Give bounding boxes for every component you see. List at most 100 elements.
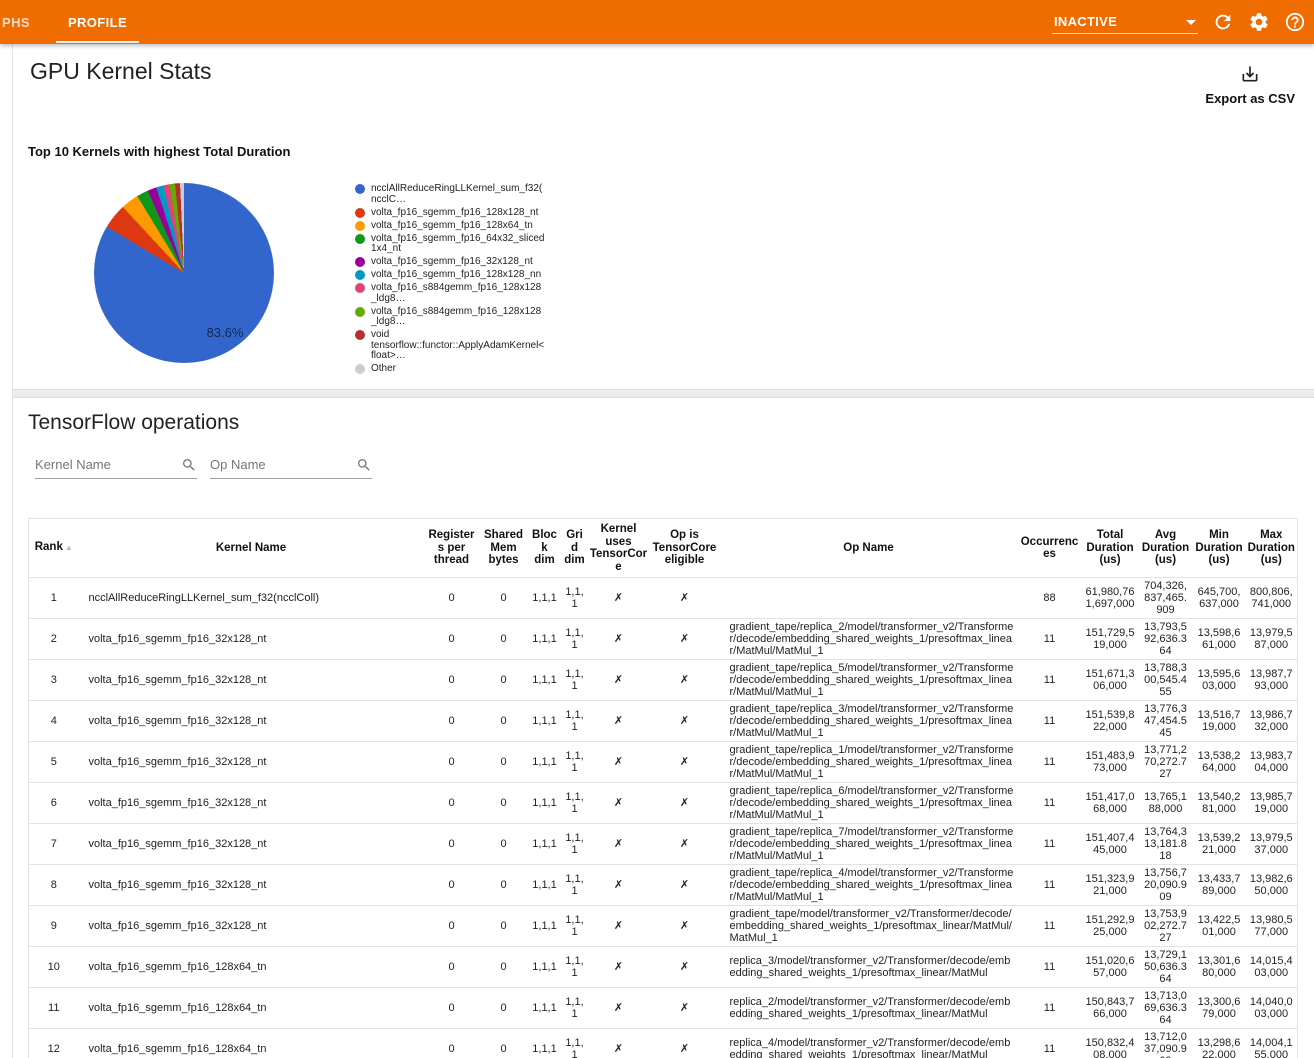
table-cell: ✗ (588, 824, 650, 865)
table-cell: volta_fp16_sgemm_fp16_32x128_nt (79, 865, 424, 906)
table-cell: 1,1,1 (528, 578, 562, 619)
table-cell: 13,985,719,000 (1246, 783, 1298, 824)
legend-label: ncclAllReduceRingLLKernel_sum_f32(ncclC… (371, 184, 545, 205)
column-header[interactable]: Rank▲ (29, 519, 79, 578)
legend-item[interactable]: volta_fp16_s884gemm_fp16_128x128_ldg8… (355, 283, 545, 304)
table-cell: 13,422,501,000 (1193, 906, 1246, 947)
table-cell: 1,1,1 (528, 824, 562, 865)
table-cell: 151,020,657,000 (1082, 947, 1139, 988)
table-cell: 0 (424, 783, 480, 824)
table-cell: 1,1,1 (562, 701, 588, 742)
op-name-input[interactable] (210, 455, 372, 479)
table-cell: 150,832,408,000 (1082, 1029, 1139, 1058)
column-header[interactable]: Max Duration (us) (1246, 519, 1298, 578)
table-cell: 0 (480, 824, 528, 865)
table-cell: 11 (29, 988, 79, 1029)
help-icon[interactable] (1284, 11, 1306, 33)
table-cell: 1 (29, 578, 79, 619)
table-cell: gradient_tape/replica_3/model/transforme… (720, 701, 1018, 742)
column-header[interactable]: Op is TensorCore eligible (650, 519, 720, 578)
table-cell: 151,323,921,000 (1082, 865, 1139, 906)
table-cell: volta_fp16_sgemm_fp16_32x128_nt (79, 660, 424, 701)
column-header[interactable]: Total Duration (us) (1082, 519, 1139, 578)
column-header-label: Grid dim (564, 529, 584, 566)
tab-profile[interactable]: PROFILE (44, 0, 151, 44)
legend-item[interactable]: void tensorflow::functor::ApplyAdamKerne… (355, 330, 545, 362)
legend-swatch-icon (355, 270, 365, 280)
table-cell: ✗ (588, 578, 650, 619)
column-header[interactable]: Shared Mem bytes (480, 519, 528, 578)
table-cell: 0 (424, 824, 480, 865)
legend-item[interactable]: Other (355, 364, 545, 375)
column-header[interactable]: Avg Duration (us) (1139, 519, 1193, 578)
table-cell (720, 578, 1018, 619)
table-cell: 13,753,902,272.727 (1139, 906, 1193, 947)
section-divider (13, 389, 1314, 398)
table-cell: 13,595,603,000 (1193, 660, 1246, 701)
table-cell: 0 (480, 660, 528, 701)
table-cell: ncclAllReduceRingLLKernel_sum_f32(ncclCo… (79, 578, 424, 619)
table-cell: 0 (480, 783, 528, 824)
run-selector-dropdown[interactable]: INACTIVE (1052, 11, 1198, 34)
table-cell: 1,1,1 (528, 1029, 562, 1058)
table-cell: 151,483,973,000 (1082, 742, 1139, 783)
table-cell: 0 (480, 742, 528, 783)
table-cell: volta_fp16_sgemm_fp16_128x64_tn (79, 988, 424, 1029)
column-header-label: Op Name (843, 542, 894, 554)
table-cell: 88 (1018, 578, 1082, 619)
table-cell: 9 (29, 906, 79, 947)
table-cell: 0 (424, 578, 480, 619)
legend-swatch-icon (355, 208, 365, 218)
table-row: 1ncclAllReduceRingLLKernel_sum_f32(ncclC… (29, 578, 1298, 619)
column-header[interactable]: Occurrences (1018, 519, 1082, 578)
legend-item[interactable]: volta_fp16_sgemm_fp16_128x128_nt (355, 208, 545, 219)
column-header[interactable]: Block dim (528, 519, 562, 578)
table-cell: 13,756,720,090.909 (1139, 865, 1193, 906)
legend-item[interactable]: ncclAllReduceRingLLKernel_sum_f32(ncclC… (355, 184, 545, 205)
table-cell: 0 (424, 701, 480, 742)
table-row: 9volta_fp16_sgemm_fp16_32x128_nt001,1,11… (29, 906, 1298, 947)
tab-graphs[interactable]: PHS (0, 0, 44, 44)
column-header[interactable]: Registers per thread (424, 519, 480, 578)
column-header-label: Total Duration (us) (1086, 529, 1133, 566)
table-cell: 13,987,793,000 (1246, 660, 1298, 701)
table-cell: 151,407,445,000 (1082, 824, 1139, 865)
legend-item[interactable]: volta_fp16_sgemm_fp16_32x128_nt (355, 257, 545, 268)
settings-gear-icon[interactable] (1248, 11, 1270, 33)
table-cell: 0 (424, 988, 480, 1029)
table-cell: 11 (1018, 742, 1082, 783)
table-cell: 0 (424, 865, 480, 906)
legend-item[interactable]: volta_fp16_sgemm_fp16_128x128_nn (355, 270, 545, 281)
column-header[interactable]: Op Name (720, 519, 1018, 578)
column-header[interactable]: Grid dim (562, 519, 588, 578)
legend-label: volta_fp16_s884gemm_fp16_128x128_ldg8… (371, 307, 545, 328)
table-cell: 1,1,1 (562, 783, 588, 824)
table-cell: gradient_tape/replica_2/model/transforme… (720, 619, 1018, 660)
refresh-icon[interactable] (1212, 11, 1234, 33)
table-cell: gradient_tape/replica_5/model/transforme… (720, 660, 1018, 701)
table-cell: replica_4/model/transformer_v2/Transform… (720, 1029, 1018, 1058)
table-cell: gradient_tape/replica_6/model/transforme… (720, 783, 1018, 824)
table-cell: 13,729,150,636.364 (1139, 947, 1193, 988)
table-cell: replica_3/model/transformer_v2/Transform… (720, 947, 1018, 988)
table-cell: ✗ (650, 1029, 720, 1058)
column-header-label: Registers per thread (428, 529, 474, 566)
column-header-label: Shared Mem bytes (484, 529, 523, 566)
table-cell: 13,539,221,000 (1193, 824, 1246, 865)
pie-chart[interactable]: 83.6% (94, 183, 274, 363)
column-header[interactable]: Kernel uses TensorCore (588, 519, 650, 578)
column-header-label: Op is TensorCore eligible (653, 529, 717, 566)
export-csv-button[interactable]: Export as CSV (1205, 64, 1295, 106)
column-header[interactable]: Min Duration (us) (1193, 519, 1246, 578)
sort-ascending-icon: ▲ (65, 543, 73, 552)
legend-item[interactable]: volta_fp16_sgemm_fp16_128x64_tn (355, 221, 545, 232)
table-cell: 13,516,719,000 (1193, 701, 1246, 742)
table-cell: ✗ (588, 619, 650, 660)
legend-item[interactable]: volta_fp16_s884gemm_fp16_128x128_ldg8… (355, 307, 545, 328)
column-header[interactable]: Kernel Name (79, 519, 424, 578)
table-cell: 0 (480, 906, 528, 947)
table-cell: ✗ (650, 947, 720, 988)
legend-item[interactable]: volta_fp16_sgemm_fp16_64x32_sliced1x4_nt (355, 234, 545, 255)
kernel-name-input[interactable] (35, 455, 197, 479)
table-cell: volta_fp16_sgemm_fp16_128x64_tn (79, 947, 424, 988)
